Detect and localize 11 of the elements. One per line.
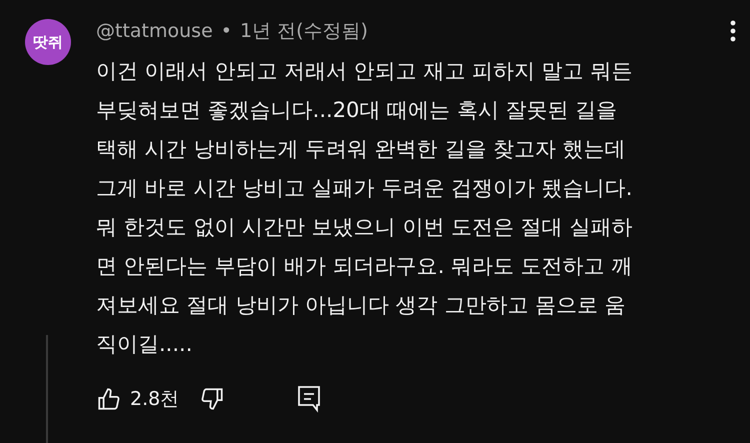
comment-text: 이건 이래서 안되고 저래서 안되고 재고 피하지 말고 뭐든 부딪혀보면 좋겠습니다...20대 때에는 혹시 잘못된 길을 택해 시간 낭비하는게 두려워 완벽한 길을 찾고자 했는데 그게 바로 시간 낭비고 실패가 두려운 겁쟁이가 됐습니다. 뭐 한것도 없이 시간만 보냈으니 이번 도전은 절대 실패하 면 안된다는 부담이 배가 되더라구요. 뭐라도 도전하고 깨 져보세요 절대 낭비가 아닙니다 생각 그만하고 몸으로 움 직이길..... [96,58,634,358]
thumbs-down-icon [199,386,226,412]
dislike-button[interactable] [199,386,226,412]
thumbs-up-icon [96,386,122,412]
like-button[interactable]: 2.8천 [96,386,180,412]
separator: • [220,20,232,42]
comment-icon [297,385,322,413]
comment-time: 1년 전(수정됨) [240,19,368,44]
avatar[interactable]: 땃쥐 [25,19,71,65]
reply-button[interactable] [297,385,322,413]
author-name[interactable]: @ttatmouse [96,20,213,42]
